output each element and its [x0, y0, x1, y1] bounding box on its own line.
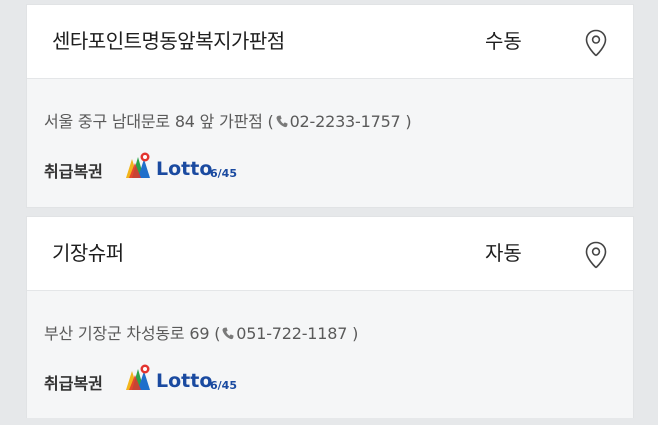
- lotto-clover-icon: [126, 152, 150, 178]
- store-name: 기장슈퍼: [52, 241, 124, 265]
- store-list: 센타포인트명동앞복지가판점 수동 서울 중구 남대문로 84 앞 가판점 (02…: [0, 0, 658, 425]
- lotto-645-logo: Lotto 6/45: [126, 364, 237, 392]
- phone-paren-open: (: [267, 112, 274, 131]
- lotto-suffix: 6/45: [210, 379, 237, 392]
- address-line: 부산 기장군 차성동로 69 (051-722-1187 ): [44, 320, 358, 344]
- phone-icon: [222, 327, 234, 340]
- lotto-clover-icon: [126, 364, 150, 390]
- store-phone[interactable]: 02-2233-1757: [290, 112, 401, 131]
- phone-paren-close: ): [400, 112, 412, 131]
- phone-paren-close: ): [347, 324, 359, 343]
- store-address: 서울 중구 남대문로 84 앞 가판점: [44, 112, 263, 131]
- store-card-header: 기장슈퍼 자동: [27, 217, 633, 291]
- phone-icon: [276, 115, 288, 128]
- lottery-type-label: 취급복권: [44, 162, 103, 181]
- lotto-wordmark: Lotto: [156, 370, 212, 392]
- lottery-type-label: 취급복권: [44, 374, 103, 393]
- lotto-wordmark: Lotto: [156, 158, 212, 180]
- phone-paren-open: (: [214, 324, 221, 343]
- map-pin-icon[interactable]: [584, 29, 608, 57]
- store-phone[interactable]: 051-722-1187: [236, 324, 347, 343]
- store-card: 기장슈퍼 자동 부산 기장군 차성동로 69 (051-722-1187 ) 취…: [26, 216, 634, 420]
- draw-type-label: 자동: [485, 241, 522, 265]
- store-name: 센타포인트명동앞복지가판점: [52, 29, 285, 53]
- address-line: 서울 중구 남대문로 84 앞 가판점 (02-2233-1757 ): [44, 108, 412, 132]
- map-pin-icon[interactable]: [584, 241, 608, 269]
- store-card-header: 센타포인트명동앞복지가판점 수동: [27, 5, 633, 79]
- lotto-645-logo: Lotto 6/45: [126, 152, 237, 180]
- list-bottom-gap: [26, 418, 634, 425]
- lotto-suffix: 6/45: [210, 167, 237, 180]
- store-card-body: 서울 중구 남대문로 84 앞 가판점 (02-2233-1757 ) 취급복권…: [27, 79, 633, 207]
- store-address: 부산 기장군 차성동로 69: [44, 324, 210, 343]
- store-card-body: 부산 기장군 차성동로 69 (051-722-1187 ) 취급복권 Lott…: [27, 291, 633, 419]
- store-card: 센타포인트명동앞복지가판점 수동 서울 중구 남대문로 84 앞 가판점 (02…: [26, 4, 634, 208]
- draw-type-label: 수동: [485, 29, 522, 53]
